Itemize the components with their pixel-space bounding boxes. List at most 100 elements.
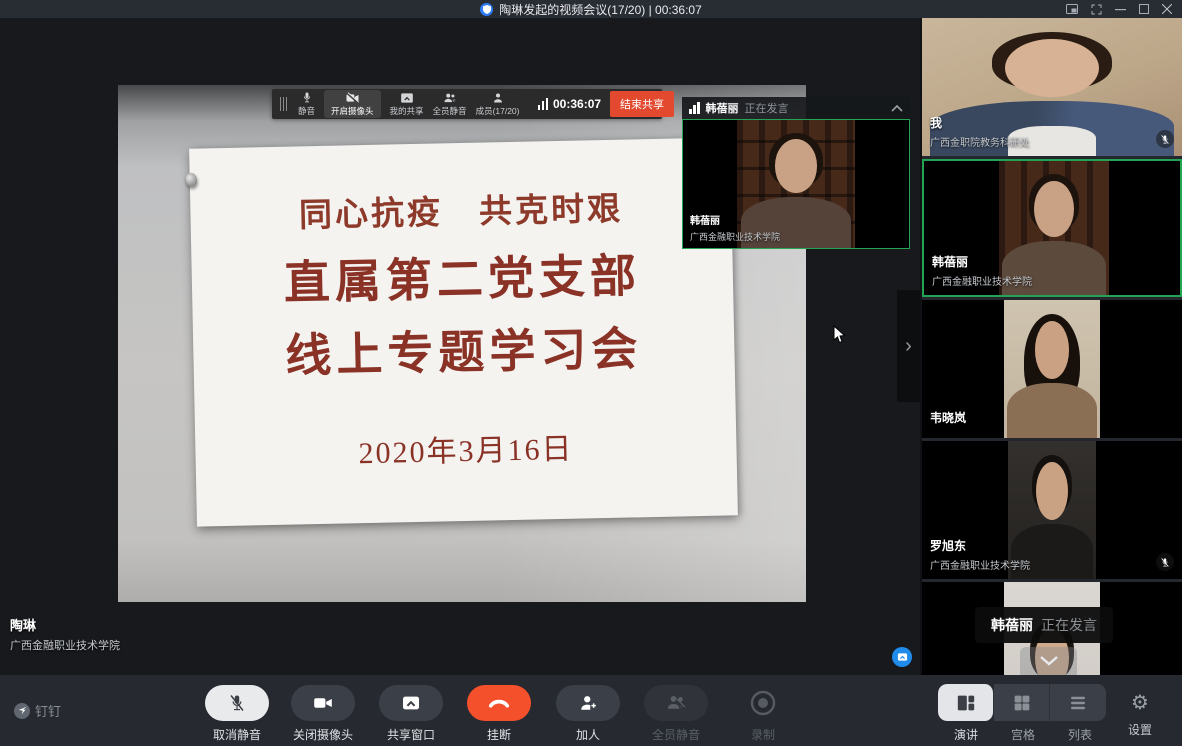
settings-button[interactable]: ⚙ 设置: [1112, 684, 1168, 738]
members-label: 成员(17/20): [476, 105, 520, 117]
dingtalk-brand: 钉钉: [14, 701, 61, 720]
chevron-up-icon[interactable]: [891, 105, 903, 112]
screen-share-badge-icon[interactable]: [892, 647, 912, 667]
hang-up-phone-icon: [488, 697, 510, 709]
drag-handle-icon[interactable]: [278, 97, 289, 111]
view-list-label: 列表: [1052, 726, 1108, 743]
sidebar-collapse-handle[interactable]: ›: [897, 290, 920, 402]
speaking-toast: 韩蓓丽 正在发言: [975, 607, 1113, 643]
my-share-label: 我的共享: [390, 105, 424, 117]
speaking-volume-icon: [689, 102, 700, 114]
share-screen-icon: [401, 695, 421, 711]
share-window-label: 共享窗口: [367, 726, 455, 743]
window-title-group: 陶琳发起的视频会议(17/20) | 00:36:07: [480, 1, 702, 18]
participant-info: 罗旭东 广西金融职业技术学院: [930, 537, 1030, 572]
view-list-option[interactable]: [1050, 684, 1106, 721]
pip-name-overlay: 韩蓓丽 广西金融职业技术学院: [690, 212, 780, 243]
mute-all-icon: [666, 694, 686, 712]
participant-name: 罗旭东: [930, 537, 1030, 554]
record-button[interactable]: 录制: [719, 685, 807, 743]
mute-all-button[interactable]: 全员静音: [433, 92, 467, 117]
record-icon: [748, 688, 778, 718]
signal-bars-icon: [538, 98, 549, 110]
meeting-window: 陶琳发起的视频会议(17/20) | 00:36:07 同心抗疫: [0, 0, 1182, 746]
mute-all-label: 全员静音: [433, 105, 467, 117]
pip-overlay-org: 广西金融职业技术学院: [690, 230, 780, 243]
slide-title-line1: 直属第二党支部: [191, 251, 733, 308]
participant-name: 韦晓岚: [930, 409, 966, 426]
participant-name: 韩蓓丽: [932, 253, 1032, 270]
participant-info: 韦晓岚: [930, 409, 966, 426]
share-window-button[interactable]: 共享窗口: [367, 685, 455, 743]
participant-info: 韩蓓丽 广西金融职业技术学院: [932, 253, 1032, 288]
scroll-down-chevron-icon[interactable]: [1020, 647, 1077, 675]
speaker-pip: 韩蓓丽 正在发言 韩蓓丽 广西金融职业技术学院: [682, 97, 910, 249]
presenter-name: 陶琳: [10, 615, 120, 634]
view-speaker-option[interactable]: [938, 684, 994, 721]
muted-mic-icon: [1156, 553, 1174, 571]
minimize-icon[interactable]: [1115, 4, 1126, 15]
list-view-icon: [1069, 696, 1087, 710]
pip-video[interactable]: 韩蓓丽 广西金融职业技术学院: [682, 119, 910, 249]
my-share-button[interactable]: 我的共享: [390, 92, 424, 117]
slide-heading: 同心抗疫 共克时艰: [189, 137, 732, 238]
slide-date: 2020年3月16日: [195, 420, 737, 475]
participant-tile-self[interactable]: 我 广西金职院教务科研处: [922, 18, 1182, 156]
mute-all-footer-label: 全员静音: [632, 726, 720, 743]
title-bar: 陶琳发起的视频会议(17/20) | 00:36:07: [0, 0, 1182, 18]
add-person-icon: [579, 694, 597, 712]
share-toolbar: 静音 开启摄像头 我的共享 全员静音 成员(17/20) 00:36:07: [272, 89, 662, 119]
unmute-button[interactable]: 取消静音: [193, 685, 281, 743]
camera-icon: [312, 695, 334, 711]
participant-tile-speaker[interactable]: 韩蓓丽 广西金融职业技术学院: [922, 159, 1182, 297]
participant-org: 广西金融职业技术学院: [932, 273, 1032, 288]
timer-value: 00:36:07: [553, 97, 601, 111]
fullscreen-icon[interactable]: [1091, 4, 1102, 15]
meeting-timer: 00:36:07: [538, 97, 602, 111]
camera-on-button[interactable]: 开启摄像头: [324, 90, 381, 118]
pip-header: 韩蓓丽 正在发言: [682, 97, 910, 119]
window-title: 陶琳发起的视频会议(17/20) | 00:36:07: [499, 1, 702, 18]
control-bar: 钉钉 取消静音 关闭摄像头 共享窗口 挂断: [0, 675, 1182, 746]
mute-all-button-footer[interactable]: 全员静音: [632, 685, 720, 743]
participant-tile[interactable]: 韦晓岚: [922, 300, 1182, 438]
view-mode-switch: [938, 684, 1106, 721]
main-stage: 同心抗疫 共克时艰 直属第二党支部 线上专题学习会 2020年3月16日 静音 …: [0, 18, 920, 675]
end-share-button[interactable]: 结束共享: [610, 91, 674, 117]
view-grid-option[interactable]: [994, 684, 1050, 721]
hang-up-label: 挂断: [455, 726, 543, 743]
presenter-org: 广西金融职业技术学院: [10, 637, 120, 653]
toast-status: 正在发言: [1041, 615, 1097, 635]
pip-speaking-status: 正在发言: [745, 100, 886, 116]
close-icon[interactable]: [1162, 4, 1172, 14]
muted-mic-icon: [1156, 130, 1174, 148]
camera-off-button[interactable]: 关闭摄像头: [279, 685, 367, 743]
toast-speaker-name: 韩蓓丽: [991, 615, 1033, 635]
picture-in-picture-icon[interactable]: [1066, 4, 1078, 14]
mic-slash-icon: [228, 693, 246, 713]
view-speaker-label: 演讲: [938, 726, 994, 743]
unmute-label: 取消静音: [193, 726, 281, 743]
grid-view-icon: [1013, 694, 1031, 712]
participant-org: 广西金融职业技术学院: [930, 557, 1030, 572]
participant-video: [1004, 300, 1100, 438]
participant-org: 广西金职院教务科研处: [930, 134, 1030, 149]
participant-tile[interactable]: 罗旭东 广西金融职业技术学院: [922, 441, 1182, 579]
dingtalk-logo-icon: [14, 703, 30, 719]
camera-on-label: 开启摄像头: [331, 105, 374, 117]
mute-button[interactable]: 静音: [298, 91, 315, 117]
speaker-view-icon: [956, 694, 976, 712]
pip-speaker-name: 韩蓓丽: [706, 100, 739, 116]
presenter-info: 陶琳 广西金融职业技术学院: [10, 615, 120, 653]
gear-icon: ⚙: [1112, 684, 1168, 721]
hang-up-button[interactable]: 挂断: [455, 685, 543, 743]
add-person-button[interactable]: 加人: [544, 685, 632, 743]
maximize-icon[interactable]: [1139, 4, 1149, 14]
participant-sidebar: 我 广西金职院教务科研处 韩蓓丽 广西金融职业技术学院 韦晓岚: [922, 18, 1182, 675]
meeting-security-icon: [480, 3, 493, 16]
slide-title-line2: 线上专题学习会: [193, 324, 735, 381]
window-controls: [1066, 0, 1172, 18]
camera-off-label: 关闭摄像头: [279, 726, 367, 743]
participant-info: 我 广西金职院教务科研处: [930, 114, 1030, 149]
members-button[interactable]: 成员(17/20): [476, 92, 520, 117]
